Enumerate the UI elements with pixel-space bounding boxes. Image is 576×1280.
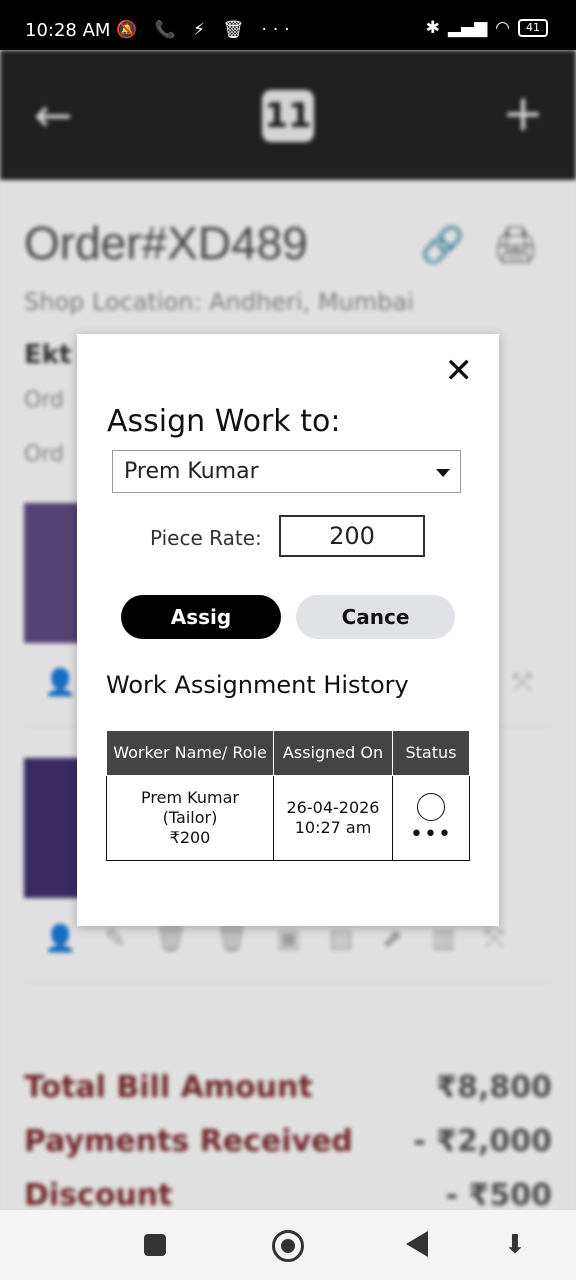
assigned-on-cell: 26-04-2026 10:27 am (273, 775, 393, 861)
history-title: Work Assignment History (106, 671, 409, 699)
battery-icon: 41 (518, 19, 548, 37)
chevron-down-icon (436, 469, 450, 477)
worker-select[interactable]: Prem Kumar (112, 450, 461, 493)
status-radio[interactable] (417, 792, 445, 821)
table-header-row: Worker Name/ Role Assigned On Status (106, 730, 470, 776)
table-row: Prem Kumar (Tailor) ₹200 26-04-2026 10:2… (106, 775, 470, 861)
column-header: Worker Name/ Role (106, 730, 274, 776)
bluetooth-icon: ✱ (425, 18, 440, 38)
status-cell: ••• (392, 775, 470, 861)
system-icons: ✱ ▂▄▆ ◠ 41 (426, 18, 548, 38)
more-options-icon[interactable]: ••• (395, 823, 467, 845)
status-time: 10:28 AM (25, 20, 111, 41)
home-icon[interactable] (272, 1230, 304, 1262)
column-header: Assigned On (273, 730, 393, 776)
wifi-icon: ◠ (495, 18, 510, 38)
assigned-date: 26-04-2026 (286, 798, 380, 817)
modal-title: Assign Work to: (107, 404, 341, 439)
back-icon[interactable] (406, 1231, 428, 1257)
column-header: Status (392, 730, 470, 776)
cancel-button[interactable]: Cance (296, 595, 455, 639)
assign-work-modal: ✕ Assign Work to: Prem Kumar Piece Rate:… (77, 334, 499, 926)
worker-name: Prem Kumar (141, 788, 239, 807)
signal-icon: ▂▄▆ (447, 18, 488, 38)
status-bar: 10:28 AM 🔕 📞 ⚡ 🗑 ··· ✱ ▂▄▆ ◠ 41 (0, 0, 576, 50)
worker-cell: Prem Kumar (Tailor) ₹200 (106, 775, 274, 861)
worker-role: (Tailor) (162, 808, 218, 827)
recent-apps-icon[interactable] (144, 1234, 166, 1256)
notification-icons: 🔕 📞 ⚡ 🗑 ··· (116, 20, 296, 40)
system-nav-bar: ⬇ (0, 1210, 576, 1280)
piece-rate-input[interactable]: 200 (279, 515, 425, 557)
history-table: Worker Name/ Role Assigned On Status Pre… (106, 730, 470, 861)
assign-button[interactable]: Assig (121, 595, 281, 639)
piece-rate-label: Piece Rate: (150, 526, 262, 550)
close-icon[interactable]: ✕ (445, 354, 474, 388)
worker-select-value: Prem Kumar (124, 459, 259, 484)
hide-keyboard-icon[interactable]: ⬇ (504, 1230, 526, 1260)
worker-rate: ₹200 (169, 828, 211, 847)
assigned-time: 10:27 am (294, 818, 372, 837)
